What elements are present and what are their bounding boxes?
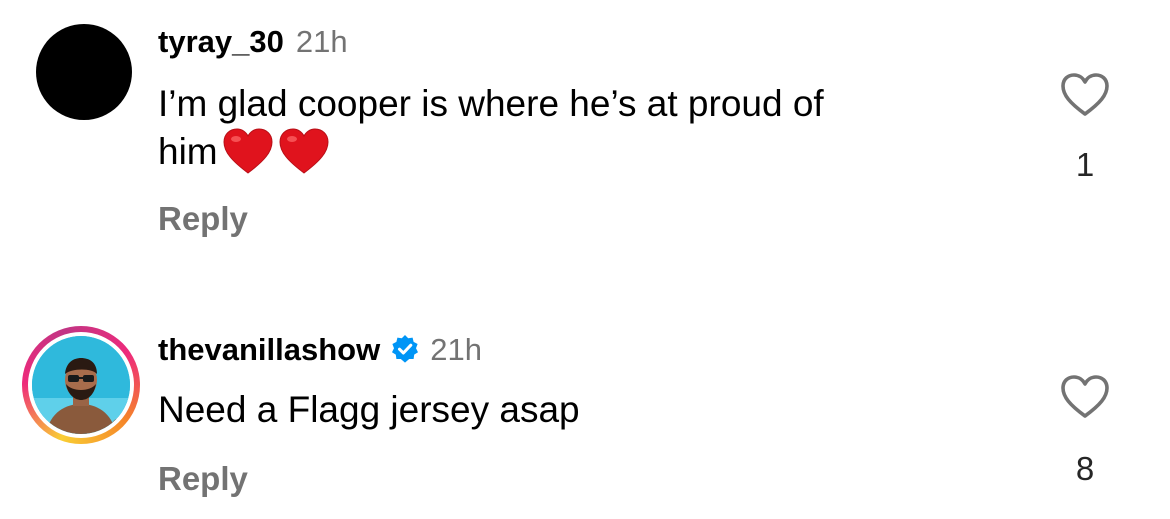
red-heart-emoji	[279, 128, 329, 174]
comment-text: I’m glad cooper is where he’s at proud o…	[158, 80, 958, 176]
comment-text-line: him	[158, 131, 218, 172]
comment-header: tyray_30 21h	[158, 24, 348, 60]
comment-text-line: I’m glad cooper is where he’s at proud o…	[158, 83, 824, 124]
comment-text: Need a Flagg jersey asap	[158, 389, 580, 430]
avatar[interactable]	[36, 24, 132, 120]
timestamp: 21h	[295, 24, 348, 59]
username[interactable]: thevanillashow	[158, 332, 380, 368]
heart-outline-icon[interactable]	[1060, 72, 1110, 118]
timestamp: 21h	[430, 332, 482, 367]
username[interactable]: tyray_30	[158, 24, 284, 60]
avatar-photo	[32, 336, 130, 434]
verified-badge-icon	[392, 335, 419, 363]
like-count: 8	[1075, 450, 1095, 487]
reply-button[interactable]: Reply	[158, 460, 248, 498]
like-count: 1	[1075, 146, 1095, 183]
comment-header: thevanillashow 21h	[158, 330, 482, 368]
reply-button[interactable]: Reply	[158, 200, 248, 238]
avatar	[32, 336, 130, 434]
heart-outline-icon[interactable]	[1060, 374, 1110, 420]
red-heart-emoji	[223, 128, 273, 174]
avatar-story-ring[interactable]	[22, 326, 140, 444]
avatar-ring-gap	[28, 332, 134, 438]
